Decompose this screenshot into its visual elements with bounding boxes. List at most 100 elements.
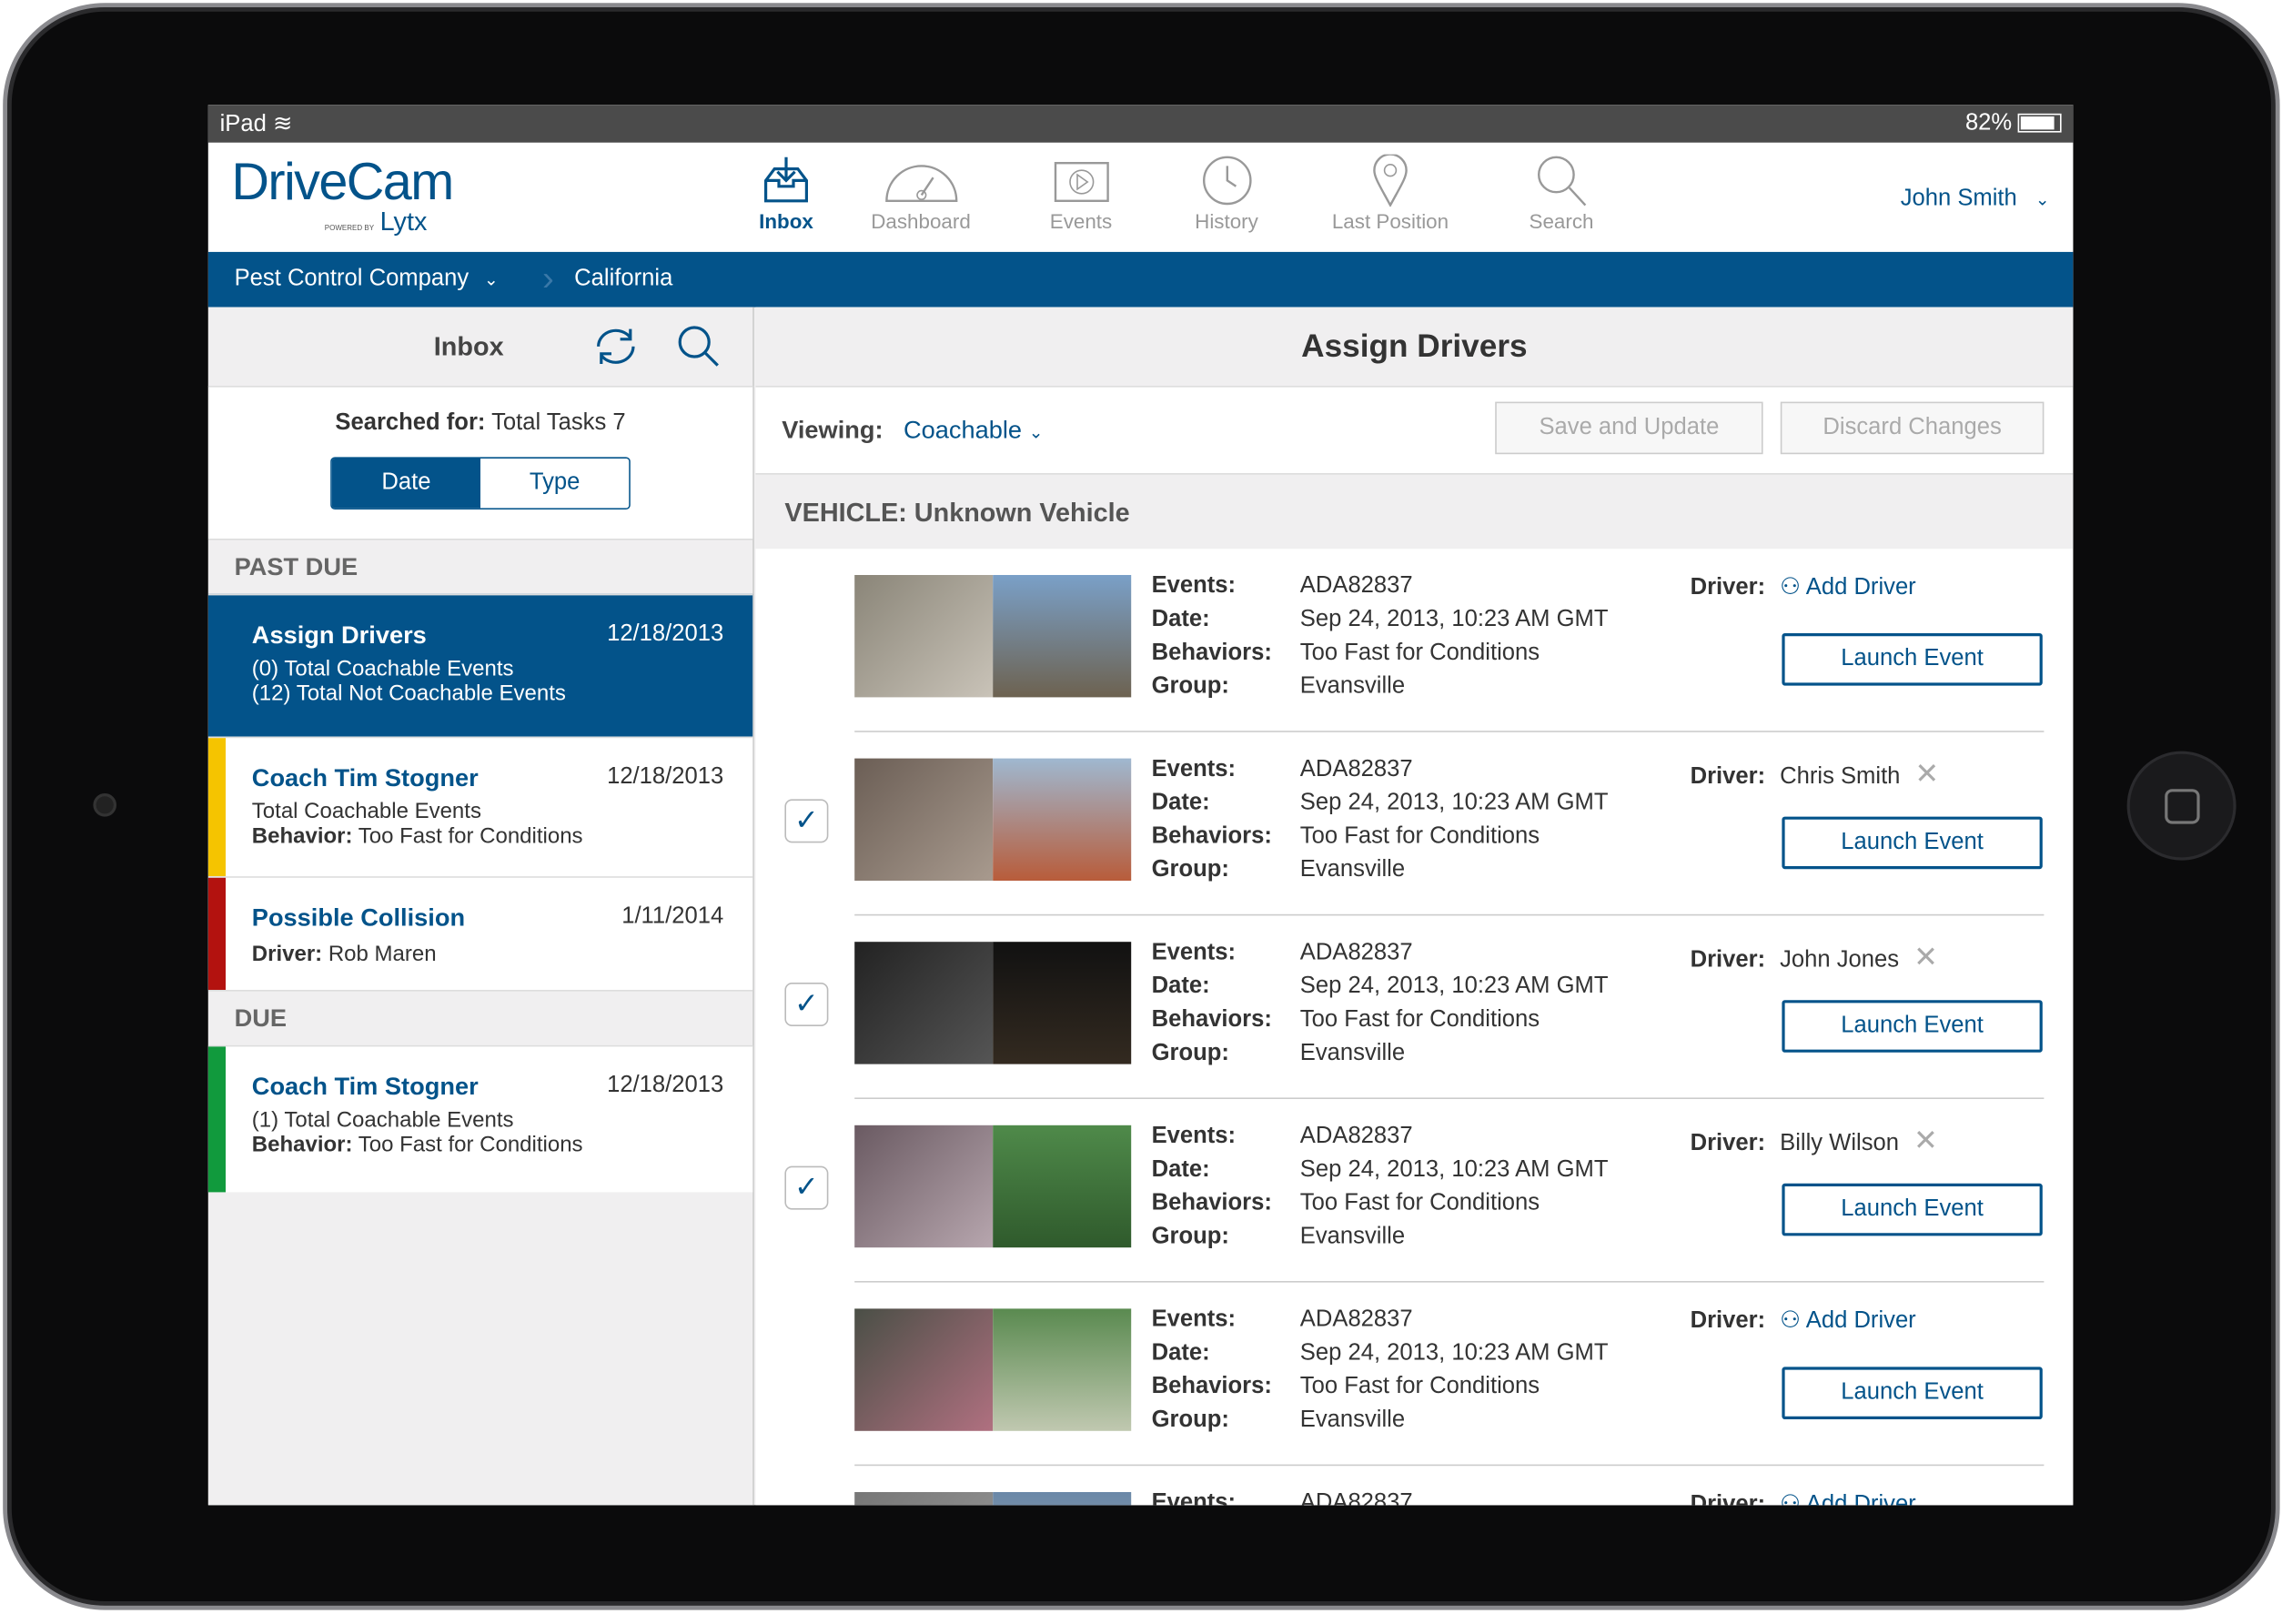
item-line: Too Fast for Conditions (358, 823, 583, 849)
driver-name: John Jones (1780, 947, 1900, 973)
add-driver-label: Add Driver (1805, 1492, 1916, 1506)
assign-drivers-panel: Assign Drivers Viewing: Coachable ⌄ Save… (755, 307, 2074, 1506)
field-value: ADA82837 (1299, 1490, 1413, 1506)
row-checkbox[interactable]: ✓ (784, 983, 829, 1026)
inbox-item-assign-drivers[interactable]: Assign Drivers 12/18/2013 (0) Total Coach… (207, 593, 753, 737)
item-title: Assign Drivers (251, 621, 427, 650)
discard-changes-button[interactable]: Discard Changes (1780, 401, 2045, 455)
field-value: ADA82837 (1299, 757, 1413, 782)
sort-date-tab[interactable]: Date (331, 459, 480, 509)
main-nav: Inbox Dashboard Events History Last Position… (735, 154, 1638, 233)
breadcrumb: Pest Control Company ⌄ › California (207, 251, 2074, 308)
save-and-update-button[interactable]: Save and Update (1495, 401, 1763, 455)
item-line: Too Fast for Conditions (358, 1132, 583, 1157)
add-driver-button[interactable]: ⚇ Add Driver (1780, 1492, 1916, 1505)
field-value: Sep 24, 2013, 10:23 AM GMT (1299, 1157, 1609, 1183)
event-thumbnail[interactable] (854, 575, 1132, 698)
add-user-icon: ⚇ (1780, 1308, 1802, 1334)
field-value: Too Fast for Conditions (1299, 1374, 1540, 1399)
battery-icon (2017, 114, 2062, 134)
nav-dashboard[interactable]: Dashboard (837, 155, 1005, 233)
vehicle-header: VEHICLE: Unknown Vehicle (755, 473, 2074, 550)
row-checkbox[interactable]: ✓ (784, 1165, 829, 1210)
nav-label: Events (1049, 209, 1113, 233)
home-button[interactable] (2126, 751, 2237, 861)
user-menu[interactable]: John Smith ⌄ (1901, 187, 2050, 213)
event-thumbnail[interactable] (854, 942, 1132, 1064)
event-list: Events: ADA82837 Date: Sep 24, 2013, 10:23 … (755, 549, 2073, 1506)
item-label: Driver: (251, 942, 323, 967)
nav-history[interactable]: History (1157, 155, 1296, 233)
chevron-down-icon: ⌄ (1028, 421, 1044, 442)
driver-label: Driver: (1690, 1492, 1766, 1506)
searched-value: Total Tasks 7 (491, 410, 626, 436)
search-icon (1485, 155, 1638, 207)
field-value: ADA82837 (1299, 940, 1413, 965)
launch-event-button[interactable]: Launch Event (1782, 1000, 2043, 1053)
company-selector[interactable]: Pest Control Company ⌄ (235, 267, 499, 293)
inbox-item-collision[interactable]: Possible Collision 1/11/2014 Driver: Rob … (207, 876, 753, 990)
user-name: John Smith (1900, 186, 2017, 211)
item-line: (1) Total Coachable Events (251, 1107, 514, 1133)
nav-events[interactable]: Events (1005, 155, 1157, 233)
event-thumbnail[interactable] (854, 1492, 1132, 1506)
driver-name: Billy Wilson (1780, 1131, 1899, 1156)
event-info: Events: ADA82837 Date: Sep 24, 2013, 10:23 … (1152, 1303, 1609, 1437)
field-label: Date: (1151, 607, 1210, 632)
field-value: Sep 24, 2013, 10:23 AM GMT (1299, 1340, 1609, 1366)
chevron-down-icon: ⌄ (483, 269, 499, 290)
field-value: Evansville (1299, 857, 1406, 883)
item-line: (0) Total Coachable Events (251, 656, 514, 681)
add-driver-button[interactable]: ⚇ Add Driver (1780, 1308, 1916, 1333)
remove-driver-icon[interactable]: ✕ (1913, 1125, 1938, 1157)
sort-type-tab[interactable]: Type (480, 459, 630, 509)
inbox-item-coach[interactable]: Coach Tim Stogner 12/18/2013 Total Coacha… (207, 736, 753, 877)
logo-lytx: Lytx (379, 207, 428, 237)
field-label: Events: (1151, 1306, 1237, 1332)
event-row: Events: ADA82837 Driver: ⚇ Add Driver (755, 1466, 2073, 1506)
launch-event-button[interactable]: Launch Event (1782, 816, 2043, 870)
search-icon[interactable] (677, 325, 721, 368)
field-label: Date: (1151, 973, 1210, 999)
refresh-icon[interactable] (590, 325, 642, 368)
event-thumbnail[interactable] (854, 758, 1132, 881)
gauge-icon (837, 155, 1005, 207)
event-row: Events: ADA82837 Date: Sep 24, 2013, 10:23 … (755, 549, 2073, 732)
field-label: Events: (1151, 573, 1237, 599)
driver-label: Driver: (1690, 947, 1766, 973)
remove-driver-icon[interactable]: ✕ (1913, 942, 1938, 973)
field-label: Behaviors: (1151, 823, 1272, 849)
field-value: Too Fast for Conditions (1299, 641, 1540, 666)
nav-search[interactable]: Search (1485, 155, 1638, 233)
nav-label: History (1195, 209, 1258, 233)
breadcrumb-region[interactable]: California (574, 267, 672, 293)
nav-last-position[interactable]: Last Position (1296, 154, 1485, 233)
nav-label: Inbox (759, 209, 813, 233)
nav-inbox[interactable]: Inbox (735, 155, 837, 233)
launch-event-button[interactable]: Launch Event (1782, 633, 2043, 686)
launch-event-button[interactable]: Launch Event (1782, 1183, 2043, 1236)
field-value: Evansville (1299, 1407, 1406, 1433)
status-bar: iPad ≋ 82% (207, 105, 2074, 143)
viewing-dropdown[interactable]: Coachable ⌄ (904, 416, 1044, 445)
driver-field: Driver: Chris Smith ✕ (1691, 755, 1940, 792)
search-summary: Searched for: Total Tasks 7 Date Type (207, 386, 753, 539)
app-header: DriveCam POWERED BY Lytx Inbox Dashboard E… (207, 142, 2074, 252)
add-driver-button[interactable]: ⚇ Add Driver (1780, 575, 1916, 600)
field-label: Behaviors: (1151, 1007, 1272, 1033)
inbox-title: Inbox (433, 331, 504, 360)
event-info: Events: ADA82837 (1152, 1487, 1413, 1506)
row-checkbox[interactable]: ✓ (784, 799, 829, 843)
driver-field: Driver: Billy Wilson ✕ (1691, 1123, 1938, 1159)
remove-driver-icon[interactable]: ✕ (1914, 759, 1939, 791)
checkmark-icon: ✓ (793, 1172, 819, 1205)
inbox-item-coach[interactable]: Coach Tim Stogner 12/18/2013 (1) Total Co… (207, 1044, 753, 1193)
event-thumbnail[interactable] (854, 1125, 1132, 1248)
wifi-icon: ≋ (272, 112, 293, 137)
launch-event-button[interactable]: Launch Event (1782, 1367, 2043, 1419)
nav-label: Dashboard (871, 209, 971, 233)
item-line: (12) Total Not Coachable Events (251, 681, 566, 706)
screen: iPad ≋ 82% DriveCam POWERED BY Lytx Inbo… (207, 105, 2074, 1506)
event-thumbnail[interactable] (854, 1308, 1132, 1431)
driver-label: Driver: (1690, 764, 1766, 790)
